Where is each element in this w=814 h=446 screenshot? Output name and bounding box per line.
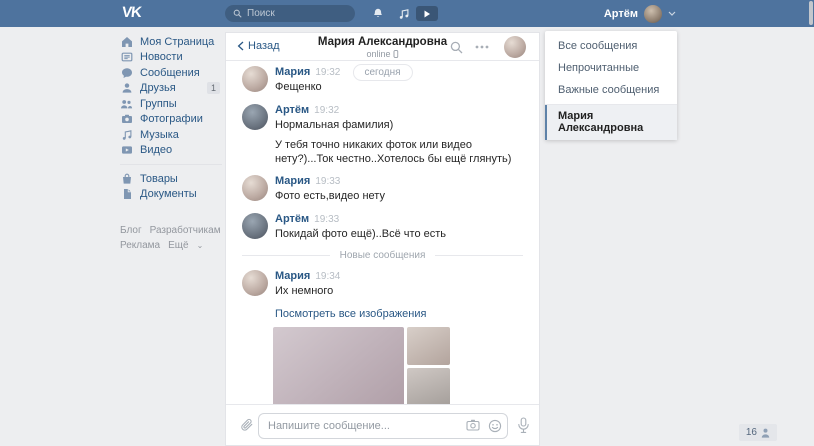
groups-icon <box>120 98 133 110</box>
menu-item-all-messages[interactable]: Все сообщения <box>545 35 677 57</box>
news-icon <box>120 51 133 63</box>
home-icon <box>120 36 133 48</box>
message: Мария19:34 Их немного Посмотреть все изо… <box>242 270 523 404</box>
footer-link-ads[interactable]: Реклама <box>120 240 160 251</box>
avatar[interactable] <box>242 270 268 296</box>
person-icon <box>761 428 770 438</box>
vk-logo[interactable]: VK <box>121 4 142 21</box>
chevron-down-icon <box>668 11 676 16</box>
message-text: У тебя точно никаких фоток или видео нет… <box>275 139 527 166</box>
chat-search-icon[interactable] <box>449 40 463 54</box>
message-text: Фото есть,видео нету <box>275 190 527 204</box>
chat-peer-avatar[interactable] <box>504 36 526 58</box>
sidebar-item-documents[interactable]: Документы <box>120 187 222 203</box>
music-note-icon <box>120 129 133 141</box>
footer-link-developers[interactable]: Разработчикам <box>150 225 221 236</box>
view-all-images-link[interactable]: Посмотреть все изображения <box>275 308 523 320</box>
search-placeholder: Поиск <box>247 8 275 19</box>
sidebar: Моя Страница Новости Сообщения Друзья 1 … <box>120 34 222 253</box>
chat-panel: Назад Мария Александровна online сегодня <box>225 32 540 446</box>
attachments-grid <box>273 327 523 405</box>
message-time: 19:34 <box>315 271 340 282</box>
message-author[interactable]: Мария <box>275 270 310 282</box>
message-text: Фещенко <box>275 81 527 95</box>
messages-filter-menu: Все сообщения Непрочитанные Важные сообщ… <box>545 31 677 140</box>
friends-count-badge: 1 <box>207 82 220 94</box>
message: Артём19:33 Покидай фото ещё)..Всё что ес… <box>242 213 523 242</box>
topbar-profile[interactable]: Артём <box>604 0 676 27</box>
camera-icon[interactable] <box>466 419 480 433</box>
message-author[interactable]: Мария <box>275 66 310 78</box>
friends-icon <box>120 82 133 94</box>
video-icon <box>120 144 133 156</box>
footer-link-more[interactable]: Ещё <box>168 240 188 251</box>
date-divider: сегодня <box>352 64 412 81</box>
market-icon <box>120 173 133 185</box>
camera-icon <box>120 113 133 125</box>
sidebar-item-my-page[interactable]: Моя Страница <box>120 34 222 50</box>
composer <box>226 404 539 445</box>
topbar-search-input[interactable]: Поиск <box>225 5 355 22</box>
sidebar-item-friends[interactable]: Друзья 1 <box>120 81 222 97</box>
avatar[interactable] <box>242 66 268 92</box>
message-author[interactable]: Артём <box>275 213 309 225</box>
chat-status: online <box>318 49 447 59</box>
emoji-icon[interactable] <box>488 419 502 433</box>
microphone-icon[interactable] <box>517 417 532 434</box>
document-icon <box>120 188 133 200</box>
message-text: Их немного <box>275 285 527 299</box>
topbar-user-name: Артём <box>604 8 638 20</box>
message-author[interactable]: Артём <box>275 104 309 116</box>
mobile-icon <box>394 50 399 58</box>
menu-item-active-conversation[interactable]: Мария Александровна <box>545 105 677 140</box>
chevron-left-icon <box>237 41 244 51</box>
online-count: 16 <box>746 427 757 438</box>
message: Артём19:32 Нормальная фамилия) У тебя то… <box>242 104 523 167</box>
bell-icon[interactable] <box>370 6 385 21</box>
avatar[interactable] <box>242 175 268 201</box>
attach-icon[interactable] <box>239 418 254 433</box>
sidebar-item-video[interactable]: Видео <box>120 143 222 159</box>
attachment-image-placeholder[interactable] <box>407 327 450 365</box>
message-author[interactable]: Мария <box>275 175 310 187</box>
sidebar-item-market[interactable]: Товары <box>120 171 222 187</box>
message: Мария19:33 Фото есть,видео нету <box>242 175 523 204</box>
attachment-image-placeholder[interactable] <box>407 368 450 405</box>
menu-item-important[interactable]: Важные сообщения <box>545 79 677 101</box>
chat-header: Назад Мария Александровна online <box>226 33 539 61</box>
sidebar-item-messages[interactable]: Сообщения <box>120 65 222 81</box>
avatar[interactable] <box>242 213 268 239</box>
menu-item-unread[interactable]: Непрочитанные <box>545 57 677 79</box>
search-icon <box>233 9 242 18</box>
chat-title: Мария Александровна <box>318 36 447 48</box>
video-play-icon[interactable] <box>416 6 438 21</box>
new-messages-divider: Новые сообщения <box>242 250 523 261</box>
page-scrollbar[interactable] <box>809 1 813 25</box>
sidebar-divider <box>120 164 222 165</box>
message-text: Покидай фото ещё)..Всё что есть <box>275 228 527 242</box>
sidebar-item-news[interactable]: Новости <box>120 50 222 66</box>
sidebar-footer: Блог Разработчикам Реклама Ещё ⌄ <box>120 223 222 253</box>
avatar[interactable] <box>242 104 268 130</box>
vk-app: VK Поиск Артём <box>0 0 814 446</box>
message-text: Нормальная фамилия) <box>275 119 527 133</box>
message-time: 19:33 <box>314 214 339 225</box>
sidebar-item-photos[interactable]: Фотографии <box>120 112 222 128</box>
topbar-avatar <box>644 5 662 23</box>
message-time: 19:33 <box>315 176 340 187</box>
topbar: VK Поиск Артём <box>0 0 814 27</box>
chevron-down-icon: ⌄ <box>197 241 204 250</box>
back-button[interactable]: Назад <box>237 40 280 52</box>
message-time: 19:32 <box>314 105 339 116</box>
messages-icon <box>120 67 133 79</box>
music-icon[interactable] <box>396 6 411 21</box>
attachment-image-placeholder[interactable] <box>273 327 404 405</box>
friends-online-counter[interactable]: 16 <box>739 424 777 441</box>
message-list: Мария 19:32 Фещенко Артём 19:32 Нормальная… <box>226 61 539 404</box>
sidebar-item-groups[interactable]: Группы <box>120 96 222 112</box>
more-options-icon[interactable] <box>475 40 489 54</box>
message-time: 19:32 <box>315 67 340 78</box>
sidebar-item-music[interactable]: Музыка <box>120 127 222 143</box>
footer-link-blog[interactable]: Блог <box>120 225 142 236</box>
